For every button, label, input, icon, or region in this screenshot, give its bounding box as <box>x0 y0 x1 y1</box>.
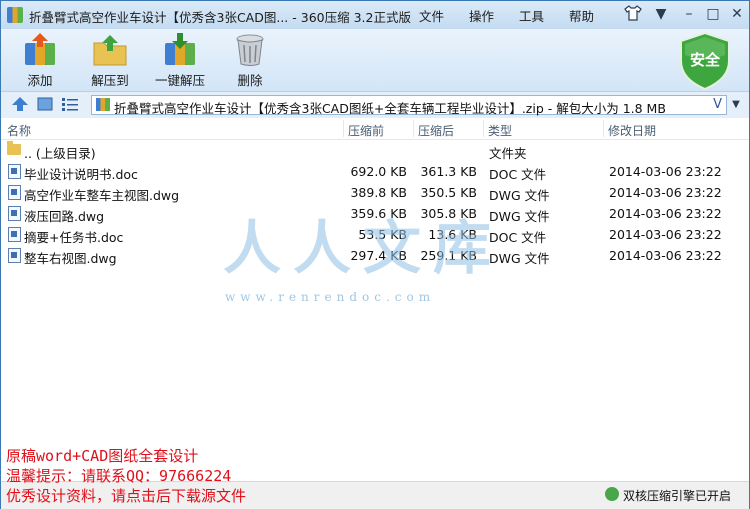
one-click-extract-button[interactable]: 一键解压 <box>145 31 215 89</box>
file-date: 2014-03-06 23:22 <box>609 185 722 200</box>
trash-bin-icon <box>232 33 268 67</box>
file-date: 2014-03-06 23:22 <box>609 248 722 263</box>
large-icon-view-icon[interactable] <box>36 96 54 112</box>
menu-tools[interactable]: 工具 <box>519 6 544 25</box>
dwg-file-icon <box>8 248 21 263</box>
file-size-after: 259.1 KB <box>420 248 477 263</box>
skin-shirt-icon[interactable] <box>621 5 645 23</box>
minimize-button[interactable]: – <box>677 5 701 23</box>
app-window: 折叠臂式高空作业车设计【优秀含3张CAD图... - 360压缩 3.2正式版 … <box>0 0 750 509</box>
file-list-header: 名称 压缩前 压缩后 类型 修改日期 <box>1 118 749 140</box>
menu-help[interactable]: 帮助 <box>569 6 594 25</box>
column-modified[interactable]: 修改日期 <box>608 122 656 139</box>
path-field[interactable]: 折叠臂式高空作业车设计【优秀含3张CAD图纸+全套车辆工程毕业设计】.zip -… <box>91 95 727 116</box>
engine-status-text: 双核压缩引擎已开启 <box>623 489 732 503</box>
file-size-before: 389.8 KB <box>350 185 407 200</box>
app-logo-icon <box>7 7 23 23</box>
column-divider[interactable] <box>343 120 344 137</box>
file-name: 毕业设计说明书.doc <box>24 167 138 182</box>
file-type: DWG 文件 <box>489 188 550 203</box>
one-click-extract-icon <box>162 33 198 67</box>
watermark-url: www.renrendoc.com <box>225 290 436 304</box>
column-type[interactable]: 类型 <box>488 122 512 139</box>
file-size-after: 361.3 KB <box>420 164 477 179</box>
table-row[interactable]: .. (上级目录) 文件夹 <box>1 140 749 161</box>
toolbar: 添加 解压到 一键解压 删除 <box>1 29 749 91</box>
security-label: 安全 <box>689 51 720 69</box>
file-name: 整车右视图.dwg <box>24 251 117 266</box>
doc-file-icon <box>8 164 21 179</box>
add-archive-icon <box>22 33 58 67</box>
column-size-before[interactable]: 压缩前 <box>348 122 384 139</box>
promo-text-line-2: 温馨提示：请联系QQ：97666224 <box>6 467 232 485</box>
address-dropdown-icon[interactable]: ▼ <box>727 95 745 115</box>
file-size-before: 692.0 KB <box>350 164 407 179</box>
promo-text-line-3: 优秀设计资料，请点击后下载源文件 <box>6 487 247 505</box>
dwg-file-icon <box>8 185 21 200</box>
file-type: DOC 文件 <box>489 167 547 182</box>
menu-file[interactable]: 文件 <box>419 6 444 25</box>
list-view-icon[interactable] <box>61 96 79 112</box>
file-name: 高空作业车整车主视图.dwg <box>24 188 180 203</box>
menu-operate[interactable]: 操作 <box>469 6 494 25</box>
maximize-button[interactable]: □ <box>701 5 725 23</box>
folder-icon <box>7 141 21 155</box>
up-arrow-icon[interactable] <box>11 96 29 112</box>
file-type: DOC 文件 <box>489 230 547 245</box>
extract-to-label: 解压到 <box>91 73 129 88</box>
add-label: 添加 <box>27 73 53 88</box>
column-name[interactable]: 名称 <box>7 122 31 139</box>
file-size-before: 297.4 KB <box>350 248 407 263</box>
column-divider[interactable] <box>483 120 484 137</box>
promo-text-line-1: 原稿word+CAD图纸全套设计 <box>6 447 199 465</box>
delete-button[interactable]: 删除 <box>215 31 285 89</box>
file-type: 文件夹 <box>489 146 527 161</box>
path-chevron-down-icon[interactable]: V <box>713 97 722 112</box>
zip-archive-icon <box>96 98 110 111</box>
path-text: 折叠臂式高空作业车设计【优秀含3张CAD图纸+全套车辆工程毕业设计】.zip -… <box>114 101 666 116</box>
file-name: .. (上级目录) <box>24 146 96 161</box>
file-date: 2014-03-06 23:22 <box>609 227 722 242</box>
file-name: 液压回路.dwg <box>24 209 105 224</box>
extract-folder-icon <box>92 33 128 67</box>
file-name: 摘要+任务书.doc <box>24 230 124 245</box>
file-date: 2014-03-06 23:22 <box>609 164 722 179</box>
table-row[interactable]: 毕业设计说明书.doc 692.0 KB 361.3 KB DOC 文件 201… <box>1 161 749 182</box>
column-size-after[interactable]: 压缩后 <box>418 122 454 139</box>
table-row[interactable]: 高空作业车整车主视图.dwg 389.8 KB 350.5 KB DWG 文件 … <box>1 182 749 203</box>
delete-label: 删除 <box>237 73 263 88</box>
file-size-before: 53.5 KB <box>358 227 407 242</box>
menu-dropdown-icon[interactable]: ▼ <box>649 5 673 23</box>
title-bar: 折叠臂式高空作业车设计【优秀含3张CAD图... - 360压缩 3.2正式版 … <box>1 1 749 29</box>
security-shield-button[interactable]: 安全 <box>677 31 733 91</box>
column-divider[interactable] <box>413 120 414 137</box>
extract-to-button[interactable]: 解压到 <box>75 31 145 89</box>
window-title: 折叠臂式高空作业车设计【优秀含3张CAD图... - 360压缩 3.2正式版 <box>29 10 411 25</box>
column-divider[interactable] <box>603 120 604 137</box>
file-size-after: 13.6 KB <box>428 227 477 242</box>
table-row[interactable]: 整车右视图.dwg 297.4 KB 259.1 KB DWG 文件 2014-… <box>1 245 749 266</box>
dual-core-engine-icon <box>605 487 619 501</box>
add-button[interactable]: 添加 <box>5 31 75 89</box>
close-button[interactable]: ✕ <box>725 5 749 23</box>
table-row[interactable]: 摘要+任务书.doc 53.5 KB 13.6 KB DOC 文件 2014-0… <box>1 224 749 245</box>
one-click-extract-label: 一键解压 <box>154 73 205 88</box>
file-size-before: 359.6 KB <box>350 206 407 221</box>
file-date: 2014-03-06 23:22 <box>609 206 722 221</box>
doc-file-icon <box>8 227 21 242</box>
dwg-file-icon <box>8 206 21 221</box>
file-size-after: 350.5 KB <box>420 185 477 200</box>
address-bar: 折叠臂式高空作业车设计【优秀含3张CAD图纸+全套车辆工程毕业设计】.zip -… <box>1 91 749 118</box>
file-type: DWG 文件 <box>489 209 550 224</box>
file-type: DWG 文件 <box>489 251 550 266</box>
table-row[interactable]: 液压回路.dwg 359.6 KB 305.8 KB DWG 文件 2014-0… <box>1 203 749 224</box>
file-size-after: 305.8 KB <box>420 206 477 221</box>
